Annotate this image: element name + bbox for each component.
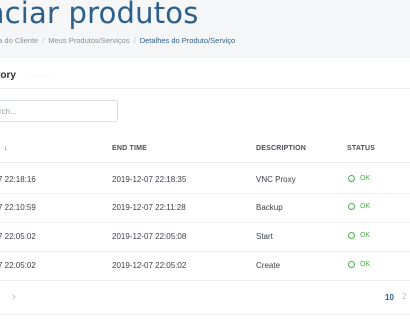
row-divider <box>0 222 410 223</box>
page: nciar produtos ea do Cliente/Meus Produt… <box>0 0 410 328</box>
cell-start-time: 7 22:10:59 <box>0 203 36 212</box>
tab-bar: tory ······ <box>0 70 50 81</box>
status-ok-icon <box>348 175 355 182</box>
status-badge: OK <box>348 261 370 268</box>
status-badge: OK <box>348 232 370 239</box>
cell-description: Backup <box>256 203 283 212</box>
page-size-option[interactable]: 10 <box>385 293 394 302</box>
cell-end-time: 2019-12-07 22:18:35 <box>112 175 187 184</box>
cell-description: Create <box>256 261 281 270</box>
cell-description: VNC Proxy <box>256 175 296 184</box>
breadcrumb: ea do Cliente/Meus Produtos/Serviços/Det… <box>0 36 235 45</box>
page-size-option-next[interactable]: 2 <box>402 292 406 301</box>
tab-history[interactable]: tory <box>0 70 16 81</box>
breadcrumb-product-details: Detalhes do Produto/Serviço <box>139 36 236 45</box>
header-divider <box>0 162 410 163</box>
status-label: OK <box>360 203 371 210</box>
page-title: nciar produtos <box>0 0 199 30</box>
cell-start-time: 7 22:05:02 <box>0 261 36 270</box>
search-input[interactable] <box>0 100 118 122</box>
breadcrumb-client-area[interactable]: ea do Cliente <box>0 36 38 45</box>
row-divider <box>0 251 410 252</box>
column-header-start-time-sort-icon[interactable]: ↓ <box>4 145 8 152</box>
row-divider <box>0 280 410 281</box>
status-label: OK <box>360 175 371 182</box>
status-badge: OK <box>348 203 370 210</box>
column-header-status[interactable]: STATUS <box>347 145 375 152</box>
row-divider <box>0 193 410 194</box>
breadcrumb-separator: / <box>133 36 136 45</box>
status-ok-icon <box>348 232 355 239</box>
tab-divider <box>0 88 410 89</box>
cell-end-time: 2019-12-07 22:11:28 <box>112 203 186 212</box>
next-page-chevron-icon[interactable]: › <box>12 291 16 303</box>
column-header-end-time[interactable]: END TIME <box>112 145 147 152</box>
status-ok-icon <box>348 261 355 268</box>
status-label: OK <box>360 232 371 239</box>
cell-description: Start <box>256 232 273 241</box>
footer-divider <box>0 314 410 315</box>
cell-start-time: 7 22:05:02 <box>0 232 36 241</box>
status-ok-icon <box>348 203 355 210</box>
status-label: OK <box>360 261 371 268</box>
status-badge: OK <box>348 175 370 182</box>
cell-start-time: 7 22:18:16 <box>0 175 36 184</box>
tab-other[interactable]: ······ <box>30 70 50 81</box>
column-header-description[interactable]: DESCRIPTION <box>256 145 306 152</box>
breadcrumb-my-products[interactable]: Meus Produtos/Serviços <box>48 36 129 45</box>
breadcrumb-separator: / <box>42 36 45 45</box>
cell-end-time: 2019-12-07 22:05:08 <box>112 232 187 241</box>
cell-end-time: 2019-12-07 22:05:02 <box>112 261 187 270</box>
